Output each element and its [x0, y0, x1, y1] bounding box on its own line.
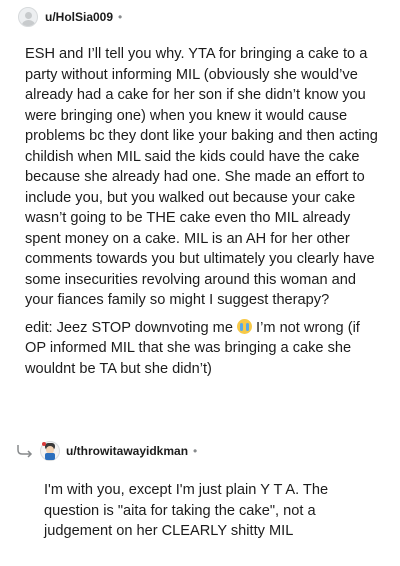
- comment-edit-paragraph: edit: Jeez STOP downvoting me I’m not wr…: [25, 318, 381, 380]
- reply-paragraph: I'm with you, except I'm just plain Y T …: [44, 482, 329, 539]
- reply-arrow-icon: [17, 445, 33, 458]
- custom-avatar-icon[interactable]: [40, 440, 60, 462]
- crying-face-icon: [237, 318, 252, 334]
- reply-header: u/throwitawayidkman •: [16, 440, 197, 462]
- reply-body: I'm with you, except I'm just plain Y T …: [44, 480, 354, 542]
- meta-separator: •: [193, 444, 198, 458]
- edit-text-before: edit: Jeez STOP downvoting me: [25, 319, 237, 336]
- default-avatar-icon[interactable]: [18, 7, 38, 27]
- reply-username[interactable]: u/throwitawayidkman: [66, 444, 188, 458]
- comment-body: ESH and I’ll tell you why. YTA for bring…: [25, 44, 381, 386]
- comment-header: u/HolSia009 •: [18, 6, 122, 28]
- comment-paragraph: ESH and I’ll tell you why. YTA for bring…: [25, 46, 378, 308]
- comment-username[interactable]: u/HolSia009: [45, 10, 113, 24]
- meta-separator: •: [118, 10, 123, 24]
